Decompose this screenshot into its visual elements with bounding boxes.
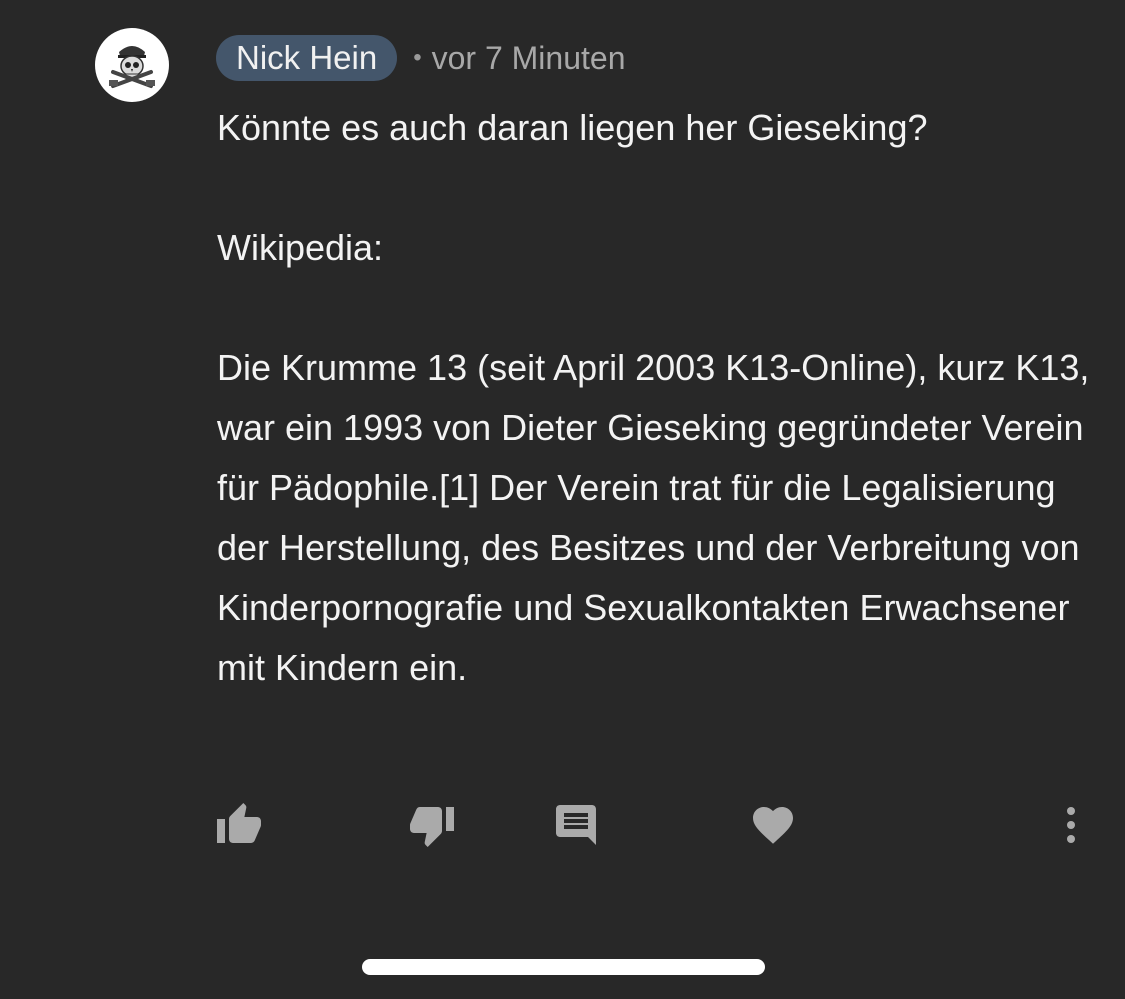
comment-actions — [0, 790, 1125, 860]
home-indicator[interactable] — [362, 959, 765, 975]
dislike-button[interactable] — [404, 790, 460, 860]
comment: Nick Hein • vor 7 Minuten Könnte es auch… — [0, 0, 1125, 999]
comment-paragraph: Könnte es auch daran liegen her Giesekin… — [217, 107, 928, 148]
reply-icon — [556, 805, 596, 845]
comment-header: Nick Hein • vor 7 Minuten — [216, 34, 625, 82]
separator-dot: • — [413, 44, 422, 71]
avatar[interactable] — [95, 28, 169, 102]
heart-icon — [753, 807, 793, 844]
comment-paragraph: Wikipedia: — [217, 227, 384, 268]
comment-paragraph: Die Krumme 13 (seit April 2003 K13-Onlin… — [217, 347, 1090, 688]
timestamp: vor 7 Minuten — [431, 39, 626, 76]
skull-avatar-icon — [109, 46, 155, 88]
author-name[interactable]: Nick Hein — [216, 35, 398, 81]
more-options-button[interactable] — [1043, 790, 1099, 860]
thumbs-down-icon — [410, 807, 454, 847]
more-vertical-icon — [1067, 807, 1075, 843]
comment-body: Könnte es auch daran liegen her Giesekin… — [217, 98, 1097, 698]
heart-button[interactable] — [745, 790, 801, 860]
like-button[interactable] — [211, 790, 267, 860]
thumbs-up-icon — [217, 803, 261, 843]
reply-button[interactable] — [548, 790, 604, 860]
